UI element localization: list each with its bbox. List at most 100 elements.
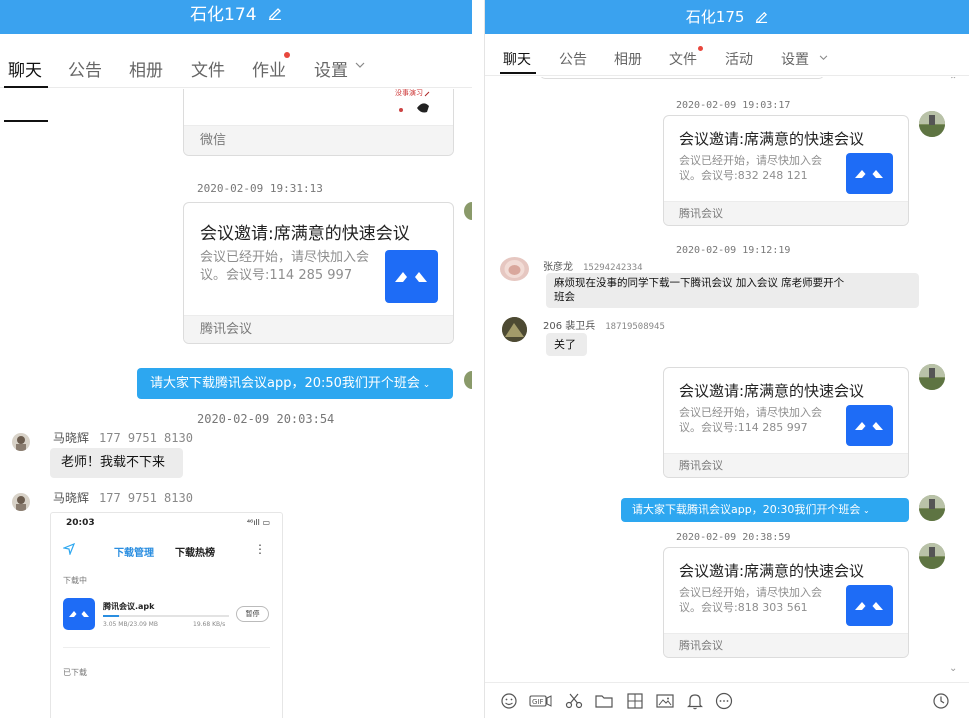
card-title: 会议邀请:席满意的快速会议: [200, 224, 410, 244]
avatar[interactable]: [502, 317, 527, 342]
homework-badge: [284, 52, 290, 58]
files-badge: [698, 46, 703, 51]
group-title: 石化174: [190, 5, 257, 25]
tab-homework[interactable]: 作业: [252, 56, 286, 81]
tab-bar: 聊天 公告 相册 文件 作业 设置: [0, 34, 472, 122]
image-group-icon[interactable]: [625, 691, 645, 711]
history-icon[interactable]: [931, 691, 951, 711]
tab-files[interactable]: 文件: [191, 56, 225, 81]
phone-size: 3.05 MB/23.09 MB: [103, 621, 158, 628]
tab-album[interactable]: 相册: [614, 49, 642, 69]
avatar[interactable]: [464, 202, 472, 220]
avatar[interactable]: [919, 495, 945, 521]
edit-icon[interactable]: [755, 1, 768, 35]
incoming-message[interactable]: 麻烦现在没事的同学下载一下腾讯会议 加入会议 席老师要开个 班会: [546, 273, 919, 308]
timestamp: 2020-02-09 19:12:19: [676, 245, 791, 256]
chevron-down-icon[interactable]: [355, 62, 365, 69]
outgoing-message[interactable]: 请大家下载腾讯会议app，20:30我们开个班会 ⌄: [621, 498, 909, 522]
avatar[interactable]: [919, 111, 945, 137]
card-title: 会议邀请:席满意的快速会议: [679, 562, 865, 580]
meeting-invite-card[interactable]: 会议邀请:席满意的快速会议 会议已经开始，请尽快加入会 议。会议号:832 24…: [663, 115, 909, 226]
group-title-bar: 石化174: [0, 0, 472, 34]
tab-settings[interactable]: 设置: [314, 56, 348, 81]
tab-chat[interactable]: 聊天: [8, 56, 42, 81]
card-description: 会议已经开始，请尽快加入会 议。会议号:818 303 561: [679, 586, 822, 615]
input-toolbar: GIF: [485, 682, 969, 718]
folder-icon[interactable]: [594, 691, 614, 711]
send-arrow-icon: [63, 543, 75, 555]
chevron-down-icon: ⌄: [419, 380, 431, 390]
bell-icon[interactable]: [685, 691, 705, 711]
chevron-down-icon: ⌄: [860, 506, 870, 515]
tab-activity[interactable]: 活动: [725, 49, 753, 69]
wechat-share-card[interactable]: 没事演习 微信: [183, 89, 454, 156]
card-description: 会议已经开始，请尽快加入会 议。会议号:832 248 121: [679, 154, 822, 183]
sender-name: 马晓辉 177 9751 8130: [53, 431, 193, 445]
tencent-meeting-logo: [63, 598, 95, 630]
phone-pause-button: 暂停: [236, 606, 269, 622]
gif-icon[interactable]: GIF: [529, 691, 553, 711]
previous-card-edge: [540, 77, 824, 79]
card-title: 会议邀请:席满意的快速会议: [679, 382, 865, 400]
tab-active-underline: [4, 86, 48, 88]
group-title-bar: 石化175: [485, 0, 969, 34]
phone-section: 下载中: [63, 576, 87, 585]
phone-tab: 下载热榜: [175, 548, 215, 559]
tab-chat[interactable]: 聊天: [503, 49, 531, 69]
tab-announcement[interactable]: 公告: [559, 49, 587, 69]
tab-bar: 聊天 公告 相册 文件 活动 设置: [485, 34, 969, 76]
sender-name: 206 裴卫兵 18719508945: [543, 321, 665, 332]
tab-announcement[interactable]: 公告: [68, 56, 102, 81]
group-title: 石化175: [685, 8, 745, 26]
avatar[interactable]: [919, 543, 945, 569]
scissors-icon[interactable]: [564, 691, 584, 711]
timestamp: 2020-02-09 20:03:54: [197, 412, 335, 426]
sender-name: 马晓辉 177 9751 8130: [53, 491, 193, 505]
phone-speed: 19.68 KB/s: [193, 621, 226, 628]
message-feed[interactable]: ⌃ 2020-02-09 19:03:17 会议邀请:席满意的快速会议 会议已经…: [485, 77, 969, 682]
timestamp: 2020-02-09 19:31:13: [197, 182, 323, 195]
phone-section: 已下载: [63, 668, 87, 677]
phone-tab-active: 下载管理: [114, 548, 154, 559]
avatar[interactable]: [12, 493, 30, 511]
meeting-invite-card[interactable]: 会议邀请:席满意的快速会议 会议已经开始，请尽快加入会 议。会议号:114 28…: [183, 202, 454, 344]
tab-active-underline: [500, 72, 536, 74]
svg-text:GIF: GIF: [532, 698, 544, 706]
card-footer: 腾讯会议: [184, 315, 453, 343]
tab-files[interactable]: 文件: [669, 49, 697, 69]
incoming-message[interactable]: 老师！我载不下来: [50, 448, 183, 478]
outgoing-message[interactable]: 请大家下载腾讯会议app，20:50我们开个班会 ⌄: [137, 368, 453, 399]
tencent-meeting-logo: [846, 405, 893, 446]
phone-signal: ⁴⁶ıll ▭: [246, 518, 270, 527]
download-progress: [103, 615, 229, 617]
image-icon[interactable]: [655, 691, 675, 711]
timestamp: 2020-02-09 19:03:17: [676, 100, 791, 111]
more-icon[interactable]: [714, 691, 734, 711]
right-chat-panel: 石化175 聊天 公告 相册 文件 活动 设置 ⌃ 2020-02-09 19:…: [484, 0, 969, 718]
share-thumbnail: 没事演习: [395, 89, 435, 118]
chevron-down-icon[interactable]: [819, 55, 828, 61]
meeting-invite-card[interactable]: 会议邀请:席满意的快速会议 会议已经开始，请尽快加入会 议。会议号:818 30…: [663, 547, 909, 658]
avatar[interactable]: [500, 257, 529, 281]
incoming-message[interactable]: 关了: [546, 333, 587, 356]
avatar[interactable]: [12, 433, 30, 451]
scroll-down-icon[interactable]: ⌄: [949, 663, 957, 674]
message-feed[interactable]: 没事演习 微信 2020-02-09 19:31:13 会议邀请:席满意的快速会…: [0, 89, 472, 718]
card-footer: 腾讯会议: [664, 633, 908, 657]
tab-album[interactable]: 相册: [129, 56, 163, 81]
card-footer: 腾讯会议: [664, 201, 908, 225]
left-chat-panel: 石化174 聊天 公告 相册 文件 作业 设置 没事演习 微信 2020-02-…: [0, 0, 472, 718]
scroll-up-icon[interactable]: ⌃: [949, 77, 957, 86]
avatar[interactable]: [919, 364, 945, 390]
card-description: 会议已经开始，请尽快加入会 议。会议号:114 285 997: [200, 250, 370, 284]
avatar[interactable]: [464, 371, 472, 389]
card-footer: 微信: [184, 125, 453, 155]
meeting-invite-card[interactable]: 会议邀请:席满意的快速会议 会议已经开始，请尽快加入会 议。会议号:114 28…: [663, 367, 909, 478]
smiley-icon[interactable]: [499, 691, 519, 711]
tab-settings[interactable]: 设置: [781, 49, 809, 69]
more-vertical-icon: ⋮: [254, 542, 266, 556]
card-description: 会议已经开始，请尽快加入会 议。会议号:114 285 997: [679, 406, 822, 435]
sender-name: 张彦龙 15294242334: [543, 262, 643, 273]
image-message[interactable]: 20:03 ⁴⁶ıll ▭ 下载管理 下载热榜 ⋮ 下载中 腾讯会议.apk 3…: [50, 512, 283, 718]
edit-icon[interactable]: [268, 0, 282, 30]
